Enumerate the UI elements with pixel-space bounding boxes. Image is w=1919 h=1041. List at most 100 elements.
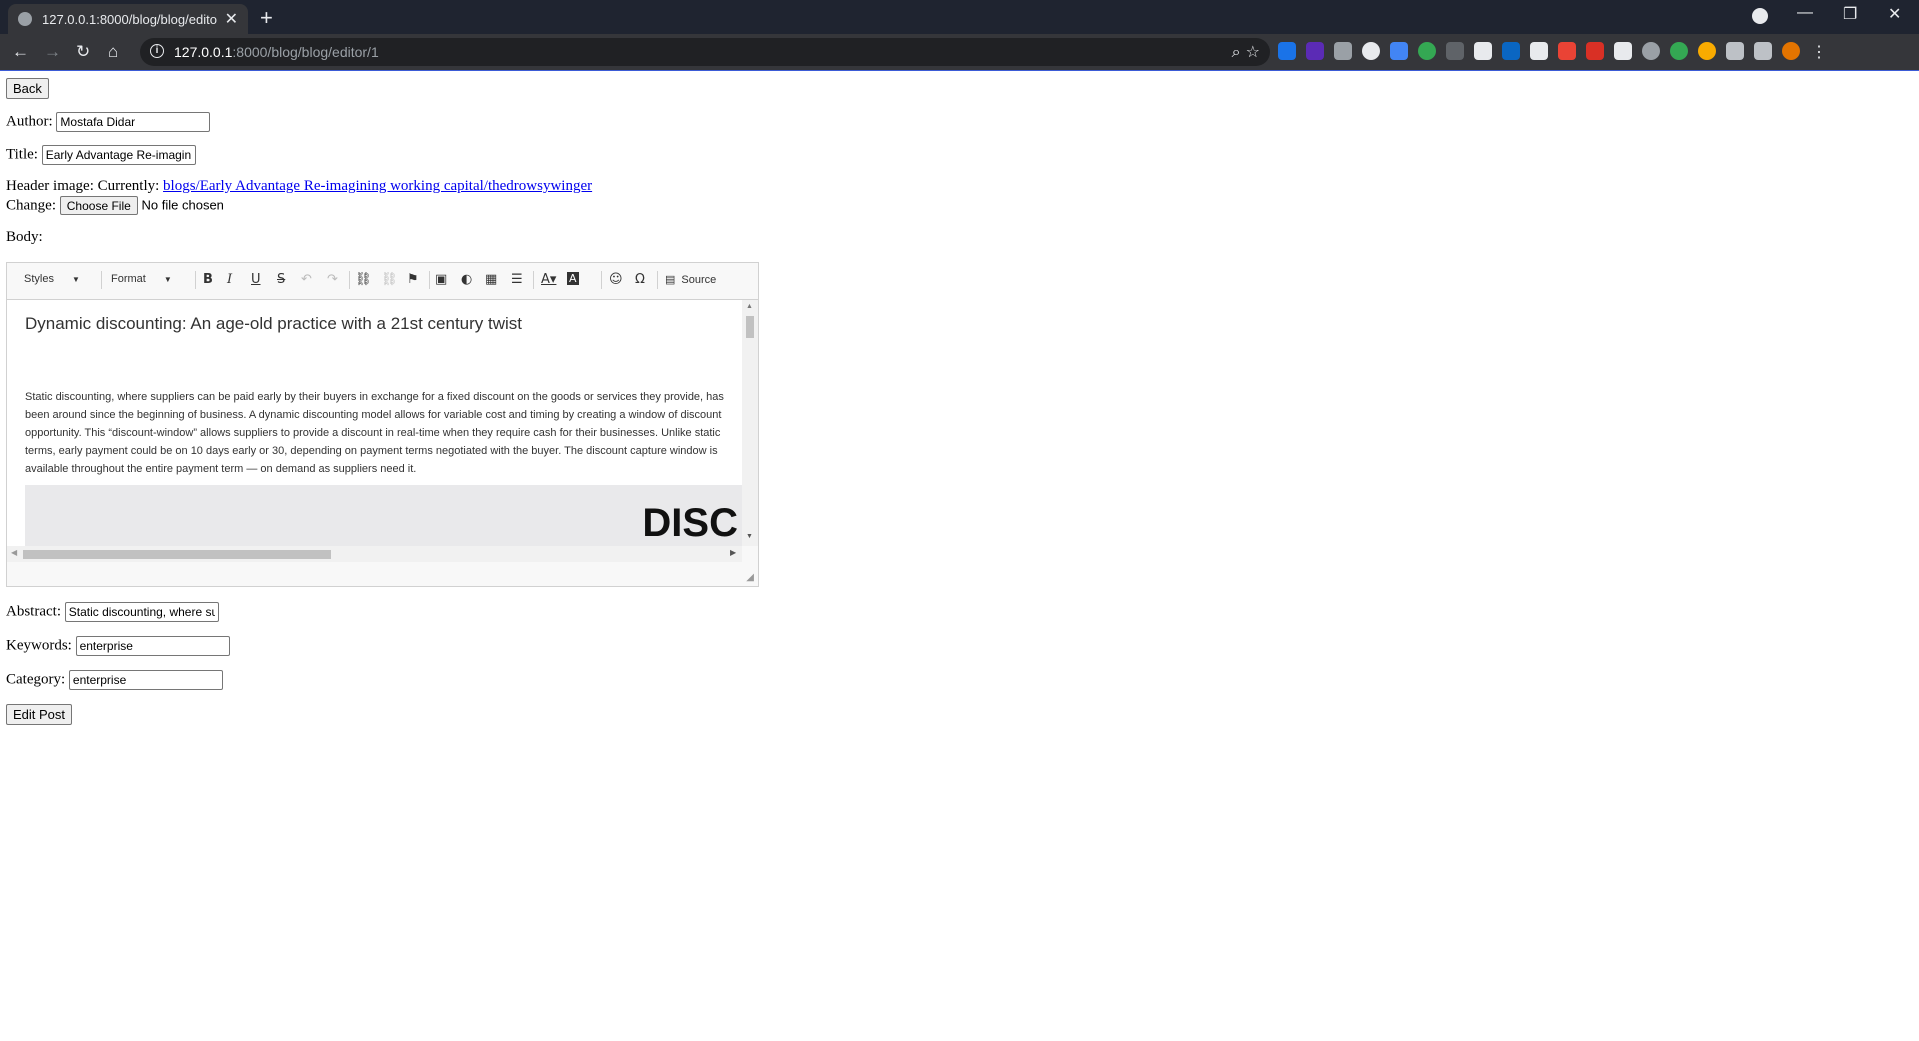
abstract-label: Abstract: [6,603,61,620]
extension-icon[interactable] [1474,42,1492,60]
info-icon[interactable]: i [150,44,164,58]
globe-icon[interactable] [1642,42,1660,60]
format-dropdown[interactable]: Format ▼ [111,273,172,285]
strikethrough-icon[interactable]: S [277,272,285,287]
profile-icon[interactable] [1752,8,1768,24]
extension-icon[interactable] [1334,42,1352,60]
editor-content-area[interactable]: Dynamic discounting: An age-old practice… [7,300,742,546]
scroll-left-icon[interactable]: ◀ [11,548,17,557]
title-label: Title: [6,146,38,163]
source-button[interactable]: ▤ Source [665,273,717,287]
category-input[interactable] [68,670,223,690]
abstract-row: Abstract: [6,602,219,622]
extension-icon[interactable] [1530,42,1548,60]
url-host: 127.0.0.1 [174,44,233,60]
underline-icon[interactable]: U [251,272,261,287]
back-icon[interactable]: ← [12,42,29,62]
extension-icon[interactable] [1446,42,1464,60]
extension-icon[interactable] [1726,42,1744,60]
editor-toolbar: Styles ▼ Format ▼ B I U S ↶ ↷ ⛓ ⛓ ⚑ ▣ ◐ … [7,263,758,300]
image-icon[interactable]: ▣ [435,272,447,287]
editor-vertical-scrollbar[interactable]: ▲ ▼ [742,300,758,546]
menu-icon[interactable]: ⋮ [1810,42,1828,61]
extension-icon[interactable] [1698,42,1716,60]
address-bar[interactable]: i 127.0.0.1:8000/blog/blog/editor/1 ⌕ ☆ [140,38,1270,66]
reload-icon[interactable]: ↻ [76,42,90,62]
change-label: Change: [6,197,56,214]
source-icon: ▤ [665,274,676,286]
scroll-up-icon[interactable]: ▲ [746,302,753,310]
header-image-label: Header image: [6,178,94,194]
toolbar-separator [349,271,350,289]
zoom-icon[interactable]: ⌕ ☆ [1232,42,1260,62]
extension-icon[interactable] [1502,42,1520,60]
header-image-link[interactable]: blogs/Early Advantage Re-imagining worki… [163,178,592,194]
puzzle-icon[interactable] [1754,42,1772,60]
extension-icon[interactable] [1670,42,1688,60]
adblock-icon[interactable] [1586,42,1604,60]
scroll-right-icon[interactable]: ▶ [730,548,736,557]
new-tab-icon[interactable]: + [260,5,273,31]
abstract-input[interactable] [64,602,219,622]
change-row: Change: Choose File No file chosen [6,196,224,215]
avatar[interactable] [1782,42,1800,60]
bookmark-star-icon[interactable]: ☆ [1246,42,1260,61]
link-icon[interactable]: ⛓ [355,272,372,287]
body-label: Body: [6,229,43,245]
italic-icon[interactable]: I [227,272,232,287]
background-color-icon[interactable]: A [567,272,579,285]
header-image-row: Header image: Currently: blogs/Early Adv… [6,178,592,195]
anchor-flag-icon[interactable]: ⚑ [407,272,419,287]
keywords-label: Keywords: [6,637,72,654]
special-character-icon[interactable]: Ω [635,272,645,287]
smiley-icon[interactable]: ☺ [609,272,623,287]
choose-file-button[interactable]: Choose File [59,196,138,215]
table-icon[interactable]: ▦ [485,272,497,287]
bold-icon[interactable]: B [203,272,213,287]
editor-horizontal-scrollbar[interactable]: ◀ ▶ [7,546,742,562]
styles-dropdown[interactable]: Styles ▼ [24,273,80,285]
scroll-thumb[interactable] [746,316,754,338]
resize-handle-icon[interactable]: ◢ [746,572,754,583]
format-dropdown-label: Format [111,273,146,285]
author-input[interactable] [56,112,211,132]
forward-icon[interactable]: → [44,42,61,62]
back-button[interactable]: Back [6,78,49,99]
browser-tab[interactable]: 127.0.0.1:8000/blog/blog/editor/ ✕ [8,4,248,34]
author-label: Author: [6,113,53,130]
minimize-icon[interactable]: — [1797,4,1813,22]
extension-icon[interactable] [1418,42,1436,60]
toolbar-separator [429,271,430,289]
styles-dropdown-label: Styles [24,273,54,285]
extension-icon[interactable] [1306,42,1324,60]
undo-icon[interactable]: ↶ [301,272,312,287]
unlink-icon[interactable]: ⛓ [381,272,398,287]
extension-icon[interactable] [1278,42,1296,60]
close-window-icon[interactable]: ✕ [1888,4,1901,24]
edit-post-button[interactable]: Edit Post [6,704,73,725]
source-label: Source [681,273,717,286]
text-color-icon[interactable]: A▾ [541,272,556,287]
content-paragraph: Static discounting, where suppliers can … [25,391,724,475]
horizontal-line-icon[interactable]: ☰ [511,272,523,287]
keywords-input[interactable] [75,636,230,656]
content-heading: Dynamic discounting: An age-old practice… [25,314,523,333]
restore-icon[interactable]: ❐ [1843,4,1857,24]
title-input[interactable] [41,145,196,165]
scroll-down-icon[interactable]: ▼ [746,532,753,540]
extension-icon[interactable] [1362,42,1380,60]
extensions-bar: ⋮ [1278,42,1828,61]
extension-icon[interactable] [1390,42,1408,60]
toolbar-separator [101,271,102,289]
redo-icon[interactable]: ↷ [327,272,338,287]
extension-icon[interactable] [1558,42,1576,60]
chevron-down-icon: ▼ [163,274,172,284]
home-icon[interactable]: ⌂ [108,42,118,62]
author-row: Author: [6,112,211,132]
no-file-label: No file chosen [141,197,224,213]
scroll-thumb[interactable] [23,550,331,559]
cursor-icon[interactable] [1614,42,1632,60]
flash-icon[interactable]: ◐ [461,272,472,287]
globe-icon [18,12,32,26]
close-tab-icon[interactable]: ✕ [225,9,238,29]
